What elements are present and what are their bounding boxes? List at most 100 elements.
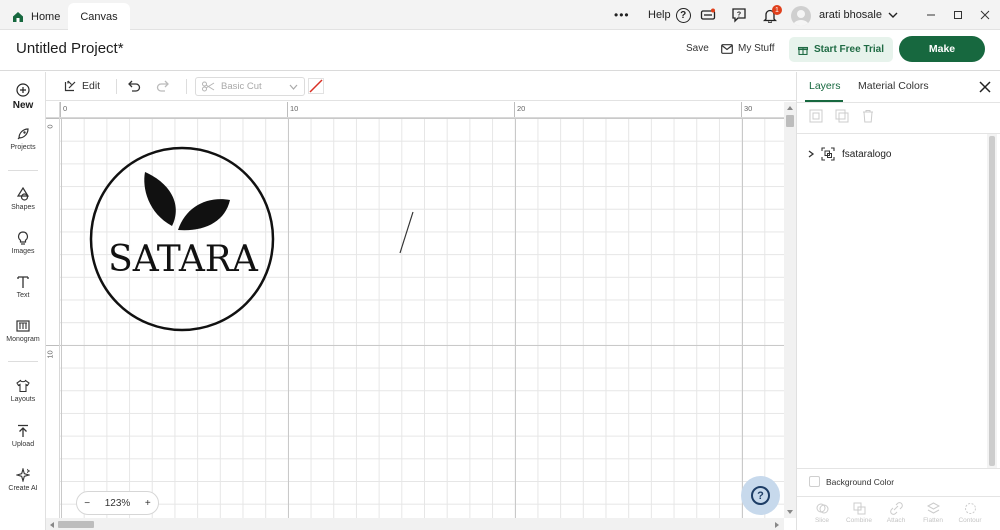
contour-button[interactable]: Contour	[953, 502, 987, 524]
panel-scroll-thumb[interactable]	[989, 136, 995, 466]
design-canvas[interactable]: SATARA	[60, 118, 784, 518]
ruler-left: 0 10	[46, 118, 60, 518]
edit-button[interactable]: Edit	[64, 79, 100, 92]
scroll-down-icon[interactable]	[786, 509, 794, 515]
canvas-horizontal-scrollbar[interactable]	[46, 518, 784, 530]
help-button[interactable]: Help ?	[648, 0, 691, 30]
ruler-label: 0	[63, 104, 68, 113]
help-fab-button[interactable]: ?	[741, 476, 780, 515]
contour-label: Contour	[958, 517, 982, 524]
avatar[interactable]	[791, 6, 811, 26]
sidebar-item-shapes[interactable]: Shapes	[0, 187, 46, 211]
make-button[interactable]: Make	[899, 36, 985, 62]
trash-icon[interactable]	[861, 109, 875, 123]
user-menu[interactable]: arati bhosale	[819, 0, 898, 30]
zoom-in-button[interactable]: +	[145, 498, 151, 509]
maximize-button[interactable]	[943, 0, 973, 30]
horizontal-scroll-thumb[interactable]	[58, 521, 94, 528]
sidebar-divider	[8, 361, 38, 362]
close-window-button[interactable]	[970, 0, 1000, 30]
chevron-down-icon	[888, 12, 898, 18]
question-icon: ?	[751, 486, 770, 505]
leaf-right-icon	[178, 199, 230, 231]
sidebar-item-projects[interactable]: Projects	[0, 127, 46, 151]
ruler-label: 10	[46, 350, 55, 359]
layers-panel: Layers Material Colors fsataralogo Backg…	[796, 72, 1000, 530]
group-layers-icon[interactable]	[809, 109, 823, 123]
scroll-up-icon[interactable]	[786, 105, 794, 111]
support-icon[interactable]: ?	[731, 7, 747, 23]
flatten-button[interactable]: Flatten	[916, 502, 950, 524]
color-swatch[interactable]	[308, 78, 324, 94]
sidebar-item-create-ai[interactable]: Create AI	[0, 468, 46, 492]
home-icon	[13, 11, 23, 22]
sidebar-new-label: New	[12, 100, 34, 111]
vertical-scroll-thumb[interactable]	[786, 115, 794, 127]
panel-divider	[797, 133, 1000, 134]
chevron-right-icon[interactable]	[807, 150, 815, 158]
tab-canvas-label: Canvas	[80, 10, 118, 23]
notification-badge: 1	[772, 5, 782, 15]
canvas-vertical-scrollbar[interactable]	[784, 102, 796, 518]
sidebar-item-label: Monogram	[6, 336, 40, 343]
tab-home[interactable]: Home	[6, 3, 68, 30]
edit-toolbar: Edit Basic Cut	[46, 72, 796, 101]
layer-row[interactable]: fsataralogo	[797, 145, 1000, 163]
operation-select[interactable]: Basic Cut	[195, 77, 305, 96]
close-panel-icon[interactable]	[977, 79, 993, 95]
left-sidebar: New Projects Shapes Images Text Monogram…	[0, 72, 46, 530]
ruler-label: 10	[290, 104, 299, 113]
sidebar-item-new[interactable]: New	[0, 83, 46, 111]
attach-button[interactable]: Attach	[879, 502, 913, 524]
my-stuff-button[interactable]: My Stuff	[721, 43, 775, 54]
duplicate-icon[interactable]	[835, 109, 849, 123]
minimize-button[interactable]	[916, 0, 946, 30]
slice-button[interactable]: Slice	[805, 502, 839, 524]
combine-button[interactable]: Combine	[842, 502, 876, 524]
zoom-control: − 123% +	[76, 491, 159, 515]
panel-divider	[797, 468, 1000, 469]
more-menu-button[interactable]: •••	[614, 0, 630, 30]
attach-icon	[889, 502, 903, 515]
shirt-icon	[16, 379, 30, 393]
tab-canvas[interactable]: Canvas	[68, 3, 130, 30]
help-label: Help	[648, 9, 671, 21]
combine-icon	[853, 502, 865, 515]
scissors-icon	[202, 81, 215, 92]
sidebar-item-images[interactable]: Images	[0, 231, 46, 255]
tab-home-label: Home	[31, 10, 61, 23]
lightbulb-icon	[17, 231, 29, 245]
sidebar-item-layouts[interactable]: Layouts	[0, 379, 46, 403]
slice-icon	[816, 503, 828, 514]
no-color-icon	[309, 79, 323, 93]
background-color-checkbox[interactable]	[809, 476, 820, 487]
rocket-icon	[17, 128, 29, 140]
redo-icon[interactable]	[155, 78, 171, 94]
satara-logo[interactable]: SATARA	[60, 118, 784, 518]
sidebar-item-label: Projects	[10, 144, 36, 151]
start-free-trial-button[interactable]: Start Free Trial	[789, 37, 893, 62]
text-icon	[17, 276, 29, 288]
background-color-label: Background Color	[826, 476, 895, 487]
tab-layers[interactable]: Layers	[809, 80, 841, 92]
flatten-label: Flatten	[923, 517, 943, 524]
machine-icon[interactable]	[700, 8, 716, 22]
sidebar-item-upload[interactable]: Upload	[0, 424, 46, 448]
undo-icon[interactable]	[126, 78, 142, 94]
sidebar-item-label: Shapes	[11, 204, 35, 211]
zoom-out-button[interactable]: −	[84, 498, 90, 509]
tab-material-colors[interactable]: Material Colors	[858, 80, 929, 92]
sidebar-item-monogram[interactable]: Monogram	[0, 319, 46, 343]
scroll-right-icon[interactable]	[774, 521, 780, 529]
svg-text:?: ?	[737, 12, 741, 19]
background-color-toggle[interactable]: Background Color	[809, 476, 894, 487]
project-title[interactable]: Untitled Project*	[16, 40, 124, 57]
save-button[interactable]: Save	[686, 43, 709, 54]
sidebar-item-text[interactable]: Text	[0, 275, 46, 299]
scroll-left-icon[interactable]	[49, 521, 55, 529]
drawn-line[interactable]	[399, 211, 414, 254]
chevron-down-icon	[289, 84, 298, 90]
panel-divider	[797, 496, 1000, 497]
panel-divider	[797, 102, 1000, 103]
edit-label: Edit	[82, 79, 101, 92]
